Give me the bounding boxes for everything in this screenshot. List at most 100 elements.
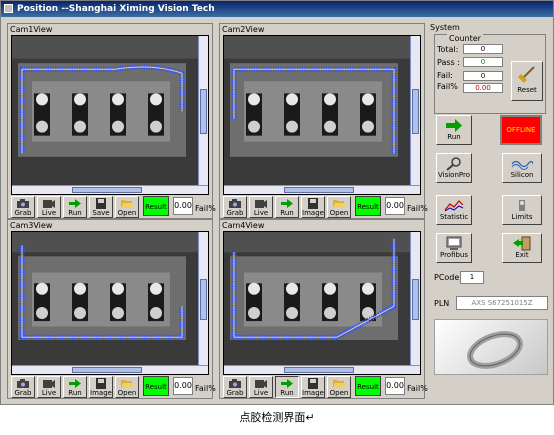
video-camera-icon — [255, 200, 267, 208]
run-arrow-icon — [281, 199, 293, 208]
live-button[interactable]: Live — [37, 196, 61, 218]
vertical-scrollbar[interactable] — [198, 36, 208, 187]
run-button[interactable]: Run — [436, 115, 472, 145]
horizontal-scrollbar[interactable] — [12, 185, 208, 194]
app-icon — [4, 4, 13, 13]
camera-icon — [17, 379, 29, 388]
reset-button[interactable]: Reset — [511, 61, 543, 101]
pass-field: 0 — [463, 57, 503, 67]
fail-label: Fail: — [437, 71, 453, 80]
grab-button[interactable]: Grab — [11, 196, 35, 218]
pcode-field[interactable]: 1 — [460, 271, 484, 284]
run-button[interactable]: Run — [275, 196, 299, 218]
camera-icon — [229, 199, 241, 208]
image-button[interactable]: Image — [301, 376, 325, 398]
magnifier-icon — [446, 157, 461, 171]
system-panel: System Counter Total: 0 Pass : 0 Fail: 0… — [430, 23, 550, 403]
result-indicator: Result — [143, 196, 169, 216]
title-bar: Position --Shanghai Ximing Vision Tech — [1, 1, 553, 17]
save-button[interactable]: Save — [89, 196, 113, 218]
fail-percent-label: Fail% — [407, 384, 428, 393]
failpct-label: Fail% — [437, 82, 458, 91]
cam-toolbar: Grab Live Run Image Open Result 0.00 Fail% — [223, 196, 428, 218]
grab-button[interactable]: Grab — [223, 376, 247, 398]
horizontal-scrollbar[interactable] — [12, 365, 208, 374]
run-button[interactable]: Run — [63, 376, 87, 398]
cam3-panel: Cam3View Grab Live Run Image Open Result 0.00 Fa… — [7, 219, 216, 399]
live-button[interactable]: Live — [249, 196, 273, 218]
fail-percent-label: Fail% — [195, 384, 216, 393]
result-indicator: Result — [355, 196, 381, 216]
folder-open-icon — [121, 200, 134, 208]
silicon-button[interactable]: Silicon — [502, 153, 542, 183]
total-label: Total: — [437, 45, 459, 54]
total-field: 0 — [463, 44, 503, 54]
camera-icon — [17, 199, 29, 208]
image-button[interactable]: Image — [89, 376, 113, 398]
video-camera-icon — [43, 200, 55, 208]
image-button[interactable]: Image — [301, 196, 325, 218]
grab-button[interactable]: Grab — [11, 376, 35, 398]
cam-view-label: Cam4View — [222, 221, 265, 230]
floppy-disk-icon — [308, 198, 318, 209]
folder-open-icon — [333, 200, 346, 208]
fail-rate-field: 0.00 — [173, 197, 193, 215]
broom-icon — [518, 66, 535, 83]
live-button[interactable]: Live — [37, 376, 61, 398]
run-button[interactable]: Run — [63, 196, 87, 218]
cam-view-label: Cam3View — [10, 221, 53, 230]
floppy-disk-icon — [308, 378, 318, 389]
computer-icon — [446, 236, 462, 250]
camera-view-image — [11, 35, 209, 195]
counter-group: Counter Total: 0 Pass : 0 Fail: 0 Fail% … — [434, 34, 546, 114]
run-arrow-icon — [281, 379, 293, 388]
folder-open-icon — [333, 380, 346, 388]
run-arrow-icon — [446, 119, 462, 132]
fail-rate-field: 0.00 — [385, 377, 405, 395]
horizontal-scrollbar[interactable] — [224, 185, 420, 194]
cam-toolbar: Grab Live Run Image Open Result 0.00 Fail% — [11, 376, 216, 398]
vertical-scrollbar[interactable] — [410, 232, 420, 367]
cam-toolbar: Grab Live Run Save Open Result 0.00 Fail% — [11, 196, 216, 218]
run-arrow-icon — [69, 379, 81, 388]
pln-label: PLN — [434, 299, 450, 308]
open-button[interactable]: Open — [327, 196, 351, 218]
grab-button[interactable]: Grab — [223, 196, 247, 218]
video-camera-icon — [255, 380, 267, 388]
fail-percent-label: Fail% — [195, 204, 216, 213]
live-button[interactable]: Live — [249, 376, 273, 398]
counter-label: Counter — [447, 34, 483, 43]
result-indicator: Result — [143, 376, 169, 396]
floppy-disk-icon — [96, 378, 106, 389]
cam-toolbar: Grab Live Run Image Open Result 0.00 Fail% — [223, 376, 428, 398]
pcode-label: PCode — [434, 273, 460, 282]
vertical-scrollbar[interactable] — [410, 36, 420, 187]
statistic-button[interactable]: Statistic — [436, 195, 472, 225]
fail-rate-field: 0.00 — [173, 377, 193, 395]
fail-percent-label: Fail% — [407, 204, 428, 213]
folder-open-icon — [121, 380, 134, 388]
video-camera-icon — [43, 380, 55, 388]
open-button[interactable]: Open — [327, 376, 351, 398]
system-label: System — [430, 23, 460, 32]
pln-field: AXS S67251015Z — [456, 296, 548, 310]
visionpro-button[interactable]: VisionPro — [436, 153, 472, 183]
horizontal-scrollbar[interactable] — [224, 365, 420, 374]
cam4-panel: Cam4View Grab Live Run Image Open Result 0.00 Fa… — [219, 219, 428, 399]
exit-door-icon — [513, 236, 531, 251]
wave-icon — [511, 160, 533, 170]
image-caption: 点胶检测界面↵ — [239, 411, 315, 424]
window-title: Position --Shanghai Ximing Vision Tech — [17, 4, 215, 14]
run-button[interactable]: Run — [275, 376, 299, 398]
company-logo — [434, 319, 548, 375]
vertical-scrollbar[interactable] — [198, 232, 208, 367]
limits-button[interactable]: Limits — [502, 195, 542, 225]
open-button[interactable]: Open — [115, 196, 139, 218]
open-button[interactable]: Open — [115, 376, 139, 398]
fail-rate-field: 0.00 — [385, 197, 405, 215]
exit-button[interactable]: Exit — [502, 233, 542, 263]
fail-field: 0 — [463, 71, 503, 81]
camera-view-image — [11, 231, 209, 375]
tools-icon — [519, 200, 525, 211]
profibus-button[interactable]: Profibus — [436, 233, 472, 263]
